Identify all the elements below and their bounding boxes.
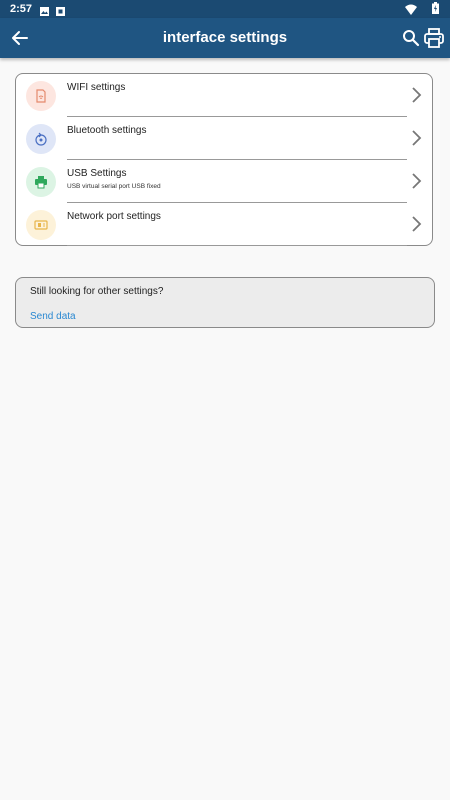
chevron-right-icon <box>410 129 422 147</box>
settings-item-usb[interactable]: USB Settings USB virtual serial port USB… <box>16 160 434 203</box>
other-settings-question: Still looking for other settings? <box>30 286 164 297</box>
icon-badge <box>26 81 56 111</box>
other-settings-card: Still looking for other settings? Send d… <box>15 277 435 328</box>
page-title: interface settings <box>162 29 288 46</box>
settings-list: WIFI settings Bluetooth settings USB Set… <box>15 73 433 246</box>
chevron-right-icon <box>410 172 422 190</box>
send-data-link[interactable]: Send data <box>30 311 76 322</box>
settings-item-label: WIFI settings <box>67 82 126 93</box>
settings-item-label: USB Settings <box>67 168 127 179</box>
icon-badge <box>26 167 56 197</box>
icon-badge <box>26 124 56 154</box>
icon-badge <box>26 210 56 240</box>
status-bar: 2:57 <box>0 0 450 18</box>
printer-icon[interactable] <box>423 27 445 49</box>
settings-item-wifi[interactable]: WIFI settings <box>16 74 434 117</box>
settings-item-subtitle: USB virtual serial port USB fixed <box>67 183 161 190</box>
settings-item-label: Network port settings <box>67 211 161 222</box>
search-icon[interactable] <box>401 28 421 48</box>
app-bar: interface settings <box>0 18 450 58</box>
status-time: 2:57 <box>10 3 33 15</box>
settings-item-label: Bluetooth settings <box>67 125 147 136</box>
settings-item-network-port[interactable]: Network port settings <box>16 203 434 246</box>
settings-item-bluetooth[interactable]: Bluetooth settings <box>16 117 434 160</box>
chevron-right-icon <box>410 215 422 233</box>
divider <box>67 245 407 246</box>
chevron-right-icon <box>410 86 422 104</box>
